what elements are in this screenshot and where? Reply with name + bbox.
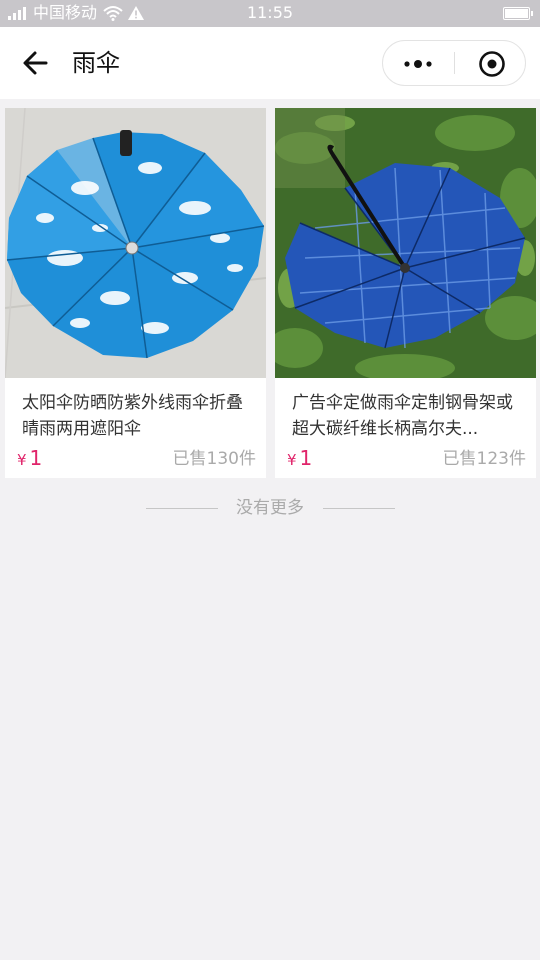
product-image[interactable] [5,108,266,378]
battery-icon [503,7,533,20]
product-card[interactable]: 太阳伞防晒防紫外线雨伞折叠晴雨两用遮阳伞 ¥1 已售130件 [5,108,266,478]
status-time: 11:55 [246,3,294,22]
product-price: ¥1 [17,444,42,474]
product-title: 广告伞定做雨伞定制钢骨架或超大碳纤维长柄高尔夫... [292,393,513,439]
product-card[interactable]: 广告伞定做雨伞定制钢骨架或超大碳纤维长柄高尔夫... ¥1 已售123件 [275,108,536,478]
page-title: 雨伞 [72,49,120,77]
currency-symbol: ¥ [287,451,297,469]
arrow-left-icon [23,51,48,75]
sold-count: 已售123件 [442,449,526,469]
product-price: ¥1 [287,444,312,474]
capsule-menu [382,40,526,86]
close-button[interactable] [455,41,526,85]
sold-count: 已售130件 [172,449,256,469]
divider-line [323,508,395,509]
price-value: 1 [299,446,313,470]
more-dots-icon [404,60,432,68]
currency-symbol: ¥ [17,451,27,469]
price-value: 1 [29,446,43,470]
no-more-text: 没有更多 [236,498,304,518]
product-title: 太阳伞防晒防紫外线雨伞折叠晴雨两用遮阳伞 [22,393,243,439]
nav-bar: 雨伞 [0,27,540,99]
back-button[interactable] [18,47,54,79]
target-circle-icon [479,51,505,77]
more-button[interactable] [383,41,454,85]
no-more-divider: 没有更多 [0,494,540,522]
status-bar: 中国移动 11:55 [0,0,540,27]
product-image[interactable] [275,108,536,378]
